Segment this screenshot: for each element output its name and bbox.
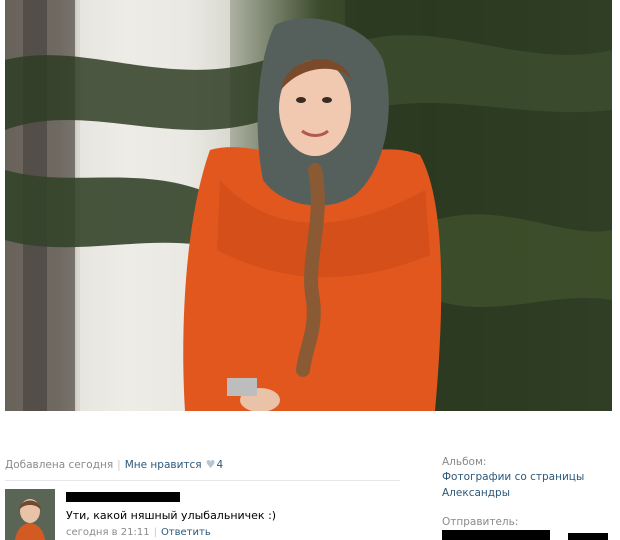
photo-info-sidebar: Альбом: Фотографии со страницы Александр… xyxy=(442,455,617,529)
sender-label: Отправитель: xyxy=(442,516,519,528)
photo-meta: Добавлена сегодня | Мне нравится ♥4 xyxy=(5,458,223,471)
divider xyxy=(5,480,400,481)
comment-meta: сегодня в 21:11 | Ответить xyxy=(66,527,211,538)
like-button[interactable]: Мне нравится xyxy=(125,459,202,471)
album-photo[interactable] xyxy=(5,0,612,411)
added-date: Добавлена сегодня xyxy=(5,459,114,471)
avatar[interactable] xyxy=(5,489,55,540)
album-label: Альбом: xyxy=(442,456,487,468)
reply-link[interactable]: Ответить xyxy=(161,527,211,538)
comment-time[interactable]: сегодня в 21:11 xyxy=(66,527,150,538)
comment-text: Ути, какой няшный улыбальничек :) xyxy=(66,509,277,522)
separator: | xyxy=(153,527,157,538)
album-link-line2[interactable]: Александры xyxy=(442,485,617,501)
sender-name-redacted[interactable] xyxy=(442,530,550,540)
separator: | xyxy=(117,459,121,471)
album-link-line1[interactable]: Фотографии со страницы xyxy=(442,469,617,485)
like-count[interactable]: 4 xyxy=(216,459,223,471)
comment-author-redacted[interactable] xyxy=(66,492,180,502)
heart-icon[interactable]: ♥ xyxy=(206,458,216,471)
photo-illustration xyxy=(5,0,612,411)
sender-extra-redacted xyxy=(568,533,608,540)
